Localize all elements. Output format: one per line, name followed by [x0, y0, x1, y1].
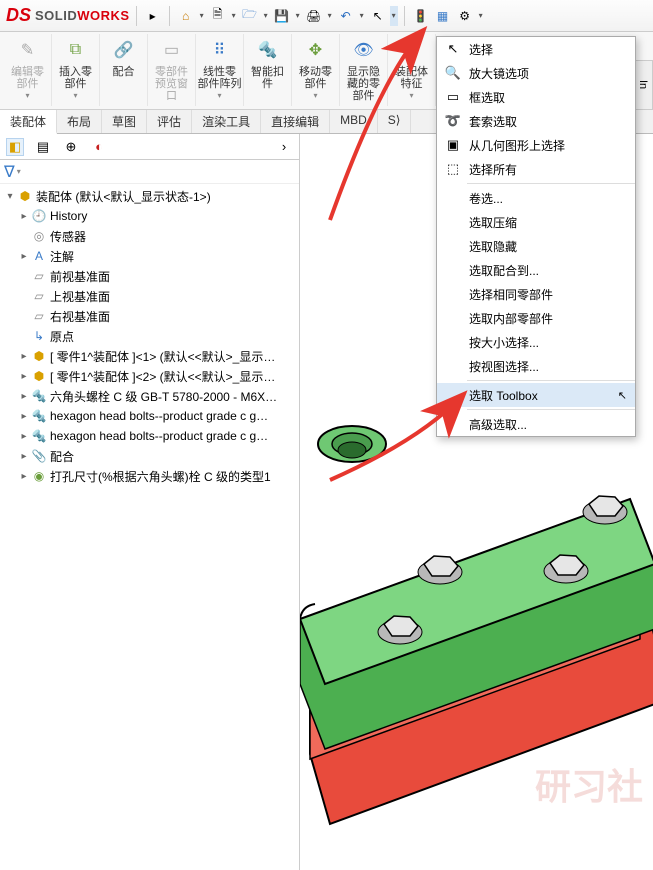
fm-tree-icon[interactable]: ◧ — [6, 138, 24, 156]
lasso-icon: ➰ — [441, 111, 465, 131]
show-hidden-button[interactable]: 👁显示隐藏的零部件 — [340, 34, 388, 106]
print-icon[interactable]: 🖨 — [304, 6, 324, 26]
tab-more[interactable]: S⟩ — [378, 110, 412, 133]
select-dropdown-menu: ↖选择 🔍放大镜选项 ▭框选取 ➰套索选取 ▣从几何图形上选择 ⬚选择所有 卷选… — [436, 36, 636, 437]
fm-expand-icon[interactable]: › — [275, 138, 293, 156]
tab-layout[interactable]: 布局 — [57, 110, 102, 133]
tree-origin[interactable]: ↳原点 — [0, 326, 299, 346]
feature-manager-panel: ◧ ▤ ⊕ ◐ › ∇ ▾ ▾⬢装配体 (默认<默认_显示状态-1>) ▸🕘Hi… — [0, 134, 300, 870]
select-dd[interactable]: ▾ — [390, 6, 398, 26]
feature-tree[interactable]: ▾⬢装配体 (默认<默认_显示状态-1>) ▸🕘History ◎传感器 ▸A注… — [0, 184, 299, 870]
menu-select-by-size[interactable]: 按大小选择... — [437, 330, 635, 354]
menu-select-by-view[interactable]: 按视图选择... — [437, 354, 635, 378]
insert-component-button[interactable]: ⧉插入零部件▾ — [52, 34, 100, 106]
tree-part-2[interactable]: ▸⬢[ 零件1^装配体 ]<2> (默认<<默认>_显示… — [0, 366, 299, 386]
move-component-button[interactable]: ✥移动零部件▾ — [292, 34, 340, 106]
menu-select-identical[interactable]: 选择相同零部件 — [437, 282, 635, 306]
save-icon[interactable]: 💾 — [272, 6, 292, 26]
tab-mbd[interactable]: MBD — [330, 110, 378, 133]
save-dd[interactable]: ▾ — [294, 6, 302, 26]
expand-icon[interactable]: ▸ — [143, 6, 163, 26]
options-icon[interactable]: ▦ — [433, 6, 453, 26]
select-all-icon: ⬚ — [441, 159, 465, 179]
menu-select-hidden[interactable]: 选取隐藏 — [437, 234, 635, 258]
fm-config-icon[interactable]: ⊕ — [62, 138, 80, 156]
tab-sketch[interactable]: 草图 — [102, 110, 147, 133]
select-cursor-icon[interactable]: ↖ — [368, 6, 388, 26]
tree-hole-wizard[interactable]: ▸◉打孔尺寸(%根据六角头螺)栓 C 级的类型1 — [0, 466, 299, 486]
cursor-pointer-icon: ↖ — [618, 389, 627, 402]
menu-select-from-geometry[interactable]: ▣从几何图形上选择 — [437, 133, 635, 157]
feature-filter-bar: ∇ ▾ — [0, 160, 299, 184]
menu-select-mated-to[interactable]: 选取配合到... — [437, 258, 635, 282]
tree-mates[interactable]: ▸📎配合 — [0, 446, 299, 466]
title-bar: DS SOLIDWORKS ▸ ⌂ ▾ 🗎 ▾ 🗁 ▾ 💾 ▾ 🖨 ▾ ↶ ▾ … — [0, 0, 653, 32]
assembly-feature-button[interactable]: ◉装配体特征▾ — [388, 34, 436, 106]
filter-icon[interactable]: ∇ — [4, 162, 15, 182]
geometry-select-icon: ▣ — [441, 135, 465, 155]
tab-evaluate[interactable]: 评估 — [147, 110, 192, 133]
menu-advanced-select[interactable]: 高级选取... — [437, 412, 635, 436]
menu-magnifier[interactable]: 🔍放大镜选项 — [437, 61, 635, 85]
linear-pattern-button[interactable]: ⠿线性零部件阵列▾ — [196, 34, 244, 106]
undo-dd[interactable]: ▾ — [358, 6, 366, 26]
home-icon[interactable]: ⌂ — [176, 6, 196, 26]
rebuild-icon[interactable]: 🚦 — [411, 6, 431, 26]
mate-button[interactable]: 🔗配合 — [100, 34, 148, 106]
edit-component-button[interactable]: ✎编辑零部件▾ — [4, 34, 52, 106]
cursor-icon: ↖ — [441, 39, 465, 59]
side-task-pane-button[interactable]: In — [633, 60, 653, 110]
settings-icon[interactable]: ⚙ — [455, 6, 475, 26]
menu-select-all[interactable]: ⬚选择所有 — [437, 157, 635, 181]
menu-select[interactable]: ↖选择 — [437, 37, 635, 61]
watermark-text: 研习社 — [535, 758, 643, 810]
open-icon[interactable]: 🗁 — [240, 6, 260, 26]
logo-ds: DS — [6, 5, 31, 26]
tree-sensors[interactable]: ◎传感器 — [0, 226, 299, 246]
menu-box-select[interactable]: ▭框选取 — [437, 85, 635, 109]
menu-select-suppressed[interactable]: 选取压缩 — [437, 210, 635, 234]
logo-text: SOLIDWORKS — [35, 8, 130, 23]
app-logo: DS SOLIDWORKS — [6, 5, 130, 26]
tree-part-1[interactable]: ▸⬢[ 零件1^装配体 ]<1> (默认<<默认>_显示… — [0, 346, 299, 366]
tree-hexbolt-1[interactable]: ▸🔩hexagon head bolts--product grade c g… — [0, 406, 299, 426]
home-dd[interactable]: ▾ — [198, 6, 206, 26]
menu-select-toolbox[interactable]: 选取 Toolbox↖ — [437, 383, 635, 407]
menu-lasso-select[interactable]: ➰套索选取 — [437, 109, 635, 133]
new-dd[interactable]: ▾ — [230, 6, 238, 26]
smart-fastener-button[interactable]: 🔩智能扣件 — [244, 34, 292, 106]
tree-hexbolt-2[interactable]: ▸🔩hexagon head bolts--product grade c g… — [0, 426, 299, 446]
tab-direct-edit[interactable]: 直接编辑 — [261, 110, 330, 133]
undo-icon[interactable]: ↶ — [336, 6, 356, 26]
fm-display-icon[interactable]: ◐ — [90, 138, 108, 156]
tree-hexbolt-gb[interactable]: ▸🔩六角头螺栓 C 级 GB-T 5780-2000 - M6X… — [0, 386, 299, 406]
magnifier-icon: 🔍 — [441, 63, 465, 83]
tree-front-plane[interactable]: ▱前视基准面 — [0, 266, 299, 286]
component-preview-button[interactable]: ▭零部件预览窗口 — [148, 34, 196, 106]
tree-root[interactable]: ▾⬢装配体 (默认<默认_显示状态-1>) — [0, 186, 299, 206]
tab-assembly[interactable]: 装配体 — [0, 110, 57, 134]
tab-render[interactable]: 渲染工具 — [192, 110, 261, 133]
menu-volume-select[interactable]: 卷选... — [437, 186, 635, 210]
print-dd[interactable]: ▾ — [326, 6, 334, 26]
tree-right-plane[interactable]: ▱右视基准面 — [0, 306, 299, 326]
fm-property-icon[interactable]: ▤ — [34, 138, 52, 156]
tree-annotations[interactable]: ▸A注解 — [0, 246, 299, 266]
settings-dd[interactable]: ▾ — [477, 6, 485, 26]
feature-panel-tabs: ◧ ▤ ⊕ ◐ › — [0, 134, 299, 160]
box-select-icon: ▭ — [441, 87, 465, 107]
menu-select-internal[interactable]: 选取内部零部件 — [437, 306, 635, 330]
open-dd[interactable]: ▾ — [262, 6, 270, 26]
tree-history[interactable]: ▸🕘History — [0, 206, 299, 226]
tree-top-plane[interactable]: ▱上视基准面 — [0, 286, 299, 306]
new-icon[interactable]: 🗎 — [208, 6, 228, 26]
